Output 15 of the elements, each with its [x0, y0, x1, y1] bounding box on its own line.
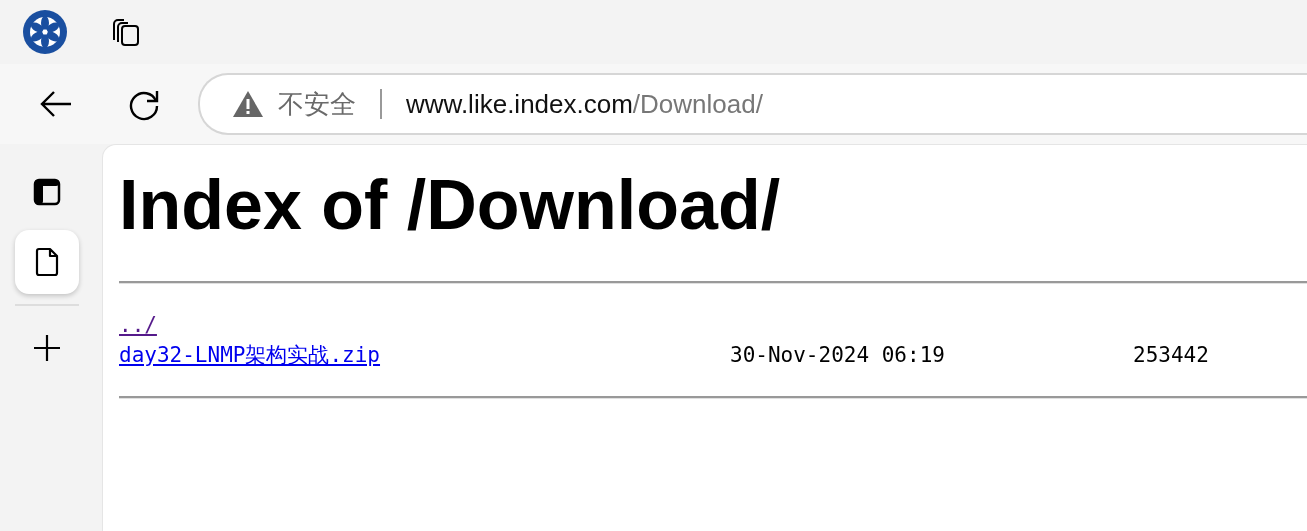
warning-icon: [232, 90, 264, 118]
size-text: 253442: [1133, 342, 1209, 369]
address-field[interactable]: 不安全 www.like.index.com/Download/: [198, 73, 1307, 135]
file-link[interactable]: day32-LNMP架构实战.zip: [119, 340, 380, 370]
security-label[interactable]: 不安全: [278, 86, 356, 122]
sidebar-button[interactable]: [15, 230, 79, 294]
plus-icon: [32, 333, 62, 363]
date-text: 30-Nov-2024 06:19: [730, 342, 945, 369]
logo-icon[interactable]: [22, 9, 68, 55]
back-arrow-icon: [39, 90, 73, 118]
page-heading: Index of /Download/: [119, 165, 782, 246]
file-link[interactable]: ../: [119, 310, 157, 340]
tabs-icon: [33, 178, 61, 206]
document-icon: [34, 247, 60, 277]
url-text: www.like.index.com/Download/: [406, 88, 763, 120]
